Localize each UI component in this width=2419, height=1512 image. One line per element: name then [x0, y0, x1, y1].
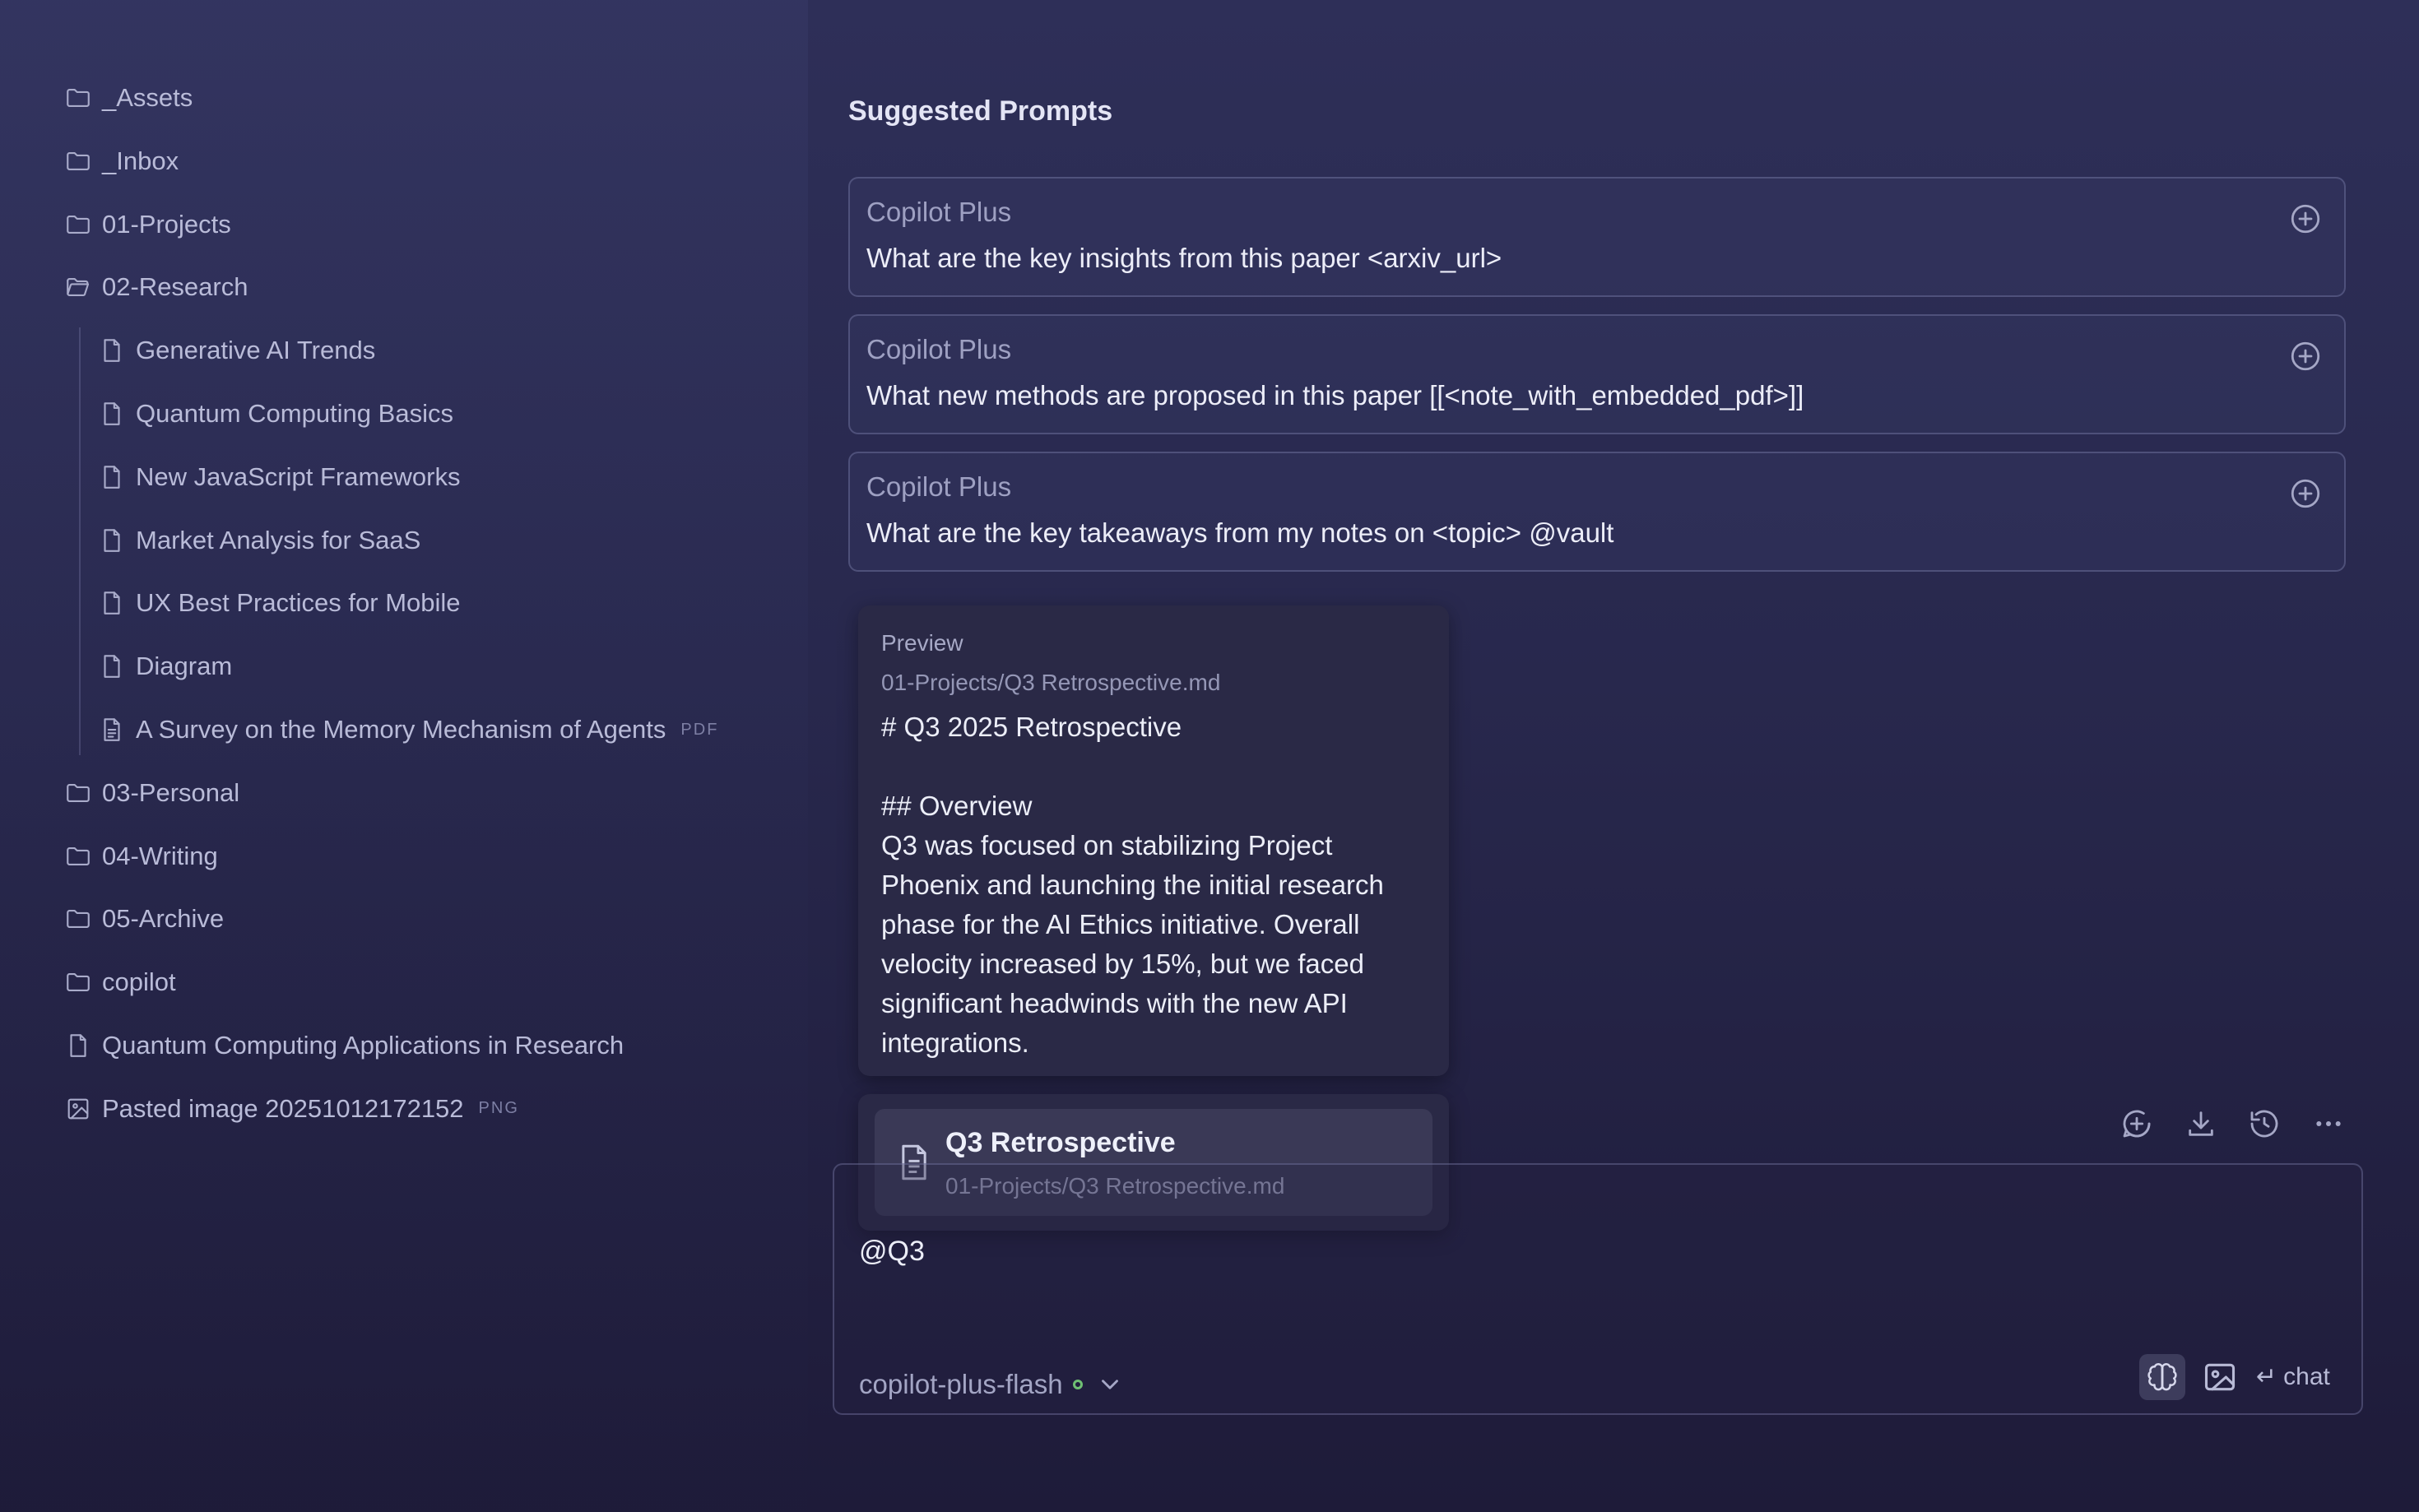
tree-item-label: copilot: [102, 967, 176, 997]
prompt-text: What are the key takeaways from my notes…: [866, 517, 1614, 548]
tree-item[interactable]: Quantum Computing Applications in Resear…: [63, 1024, 624, 1067]
more-icon[interactable]: [2312, 1107, 2345, 1140]
folder-icon: [63, 209, 94, 240]
preview-path: 01-Projects/Q3 Retrospective.md: [881, 670, 1221, 695]
tree-item-label: _Assets: [102, 83, 193, 112]
folder-icon: [63, 146, 94, 177]
chat-input-box[interactable]: @Q3 copilot-plus-flash ↵ chat: [833, 1163, 2363, 1415]
tree-item[interactable]: 02-Research: [63, 266, 248, 308]
tree-item[interactable]: UX Best Practices for Mobile: [96, 582, 461, 624]
folder-icon: [63, 777, 94, 809]
tree-item-label: 03-Personal: [102, 777, 240, 807]
tree-item-label: _Inbox: [102, 146, 179, 175]
tree-item-label: Market Analysis for SaaS: [136, 525, 421, 554]
tree-item[interactable]: Diagram: [96, 645, 232, 688]
tree-item-label: 04-Writing: [102, 841, 218, 870]
model-name: copilot-plus-flash: [859, 1369, 1063, 1399]
tree-item[interactable]: 01-Projects: [63, 203, 231, 246]
suggestion-title: Q3 Retrospective: [945, 1127, 1176, 1158]
tree-item-label: Diagram: [136, 652, 233, 681]
vault-mode-button[interactable]: [2139, 1354, 2185, 1400]
preview-body: # Q3 2025 Retrospective ## Overview Q3 w…: [881, 712, 1384, 1058]
history-icon[interactable]: [2248, 1107, 2281, 1140]
tree-item-label: Quantum Computing Basics: [136, 399, 453, 428]
chat-input[interactable]: @Q3: [859, 1236, 925, 1268]
file-icon: [63, 1030, 94, 1061]
download-icon[interactable]: [2185, 1107, 2217, 1140]
tree-item[interactable]: Pasted image 20251012172152 PNG: [63, 1088, 519, 1130]
folder-icon: [63, 841, 94, 872]
note-preview-popup: Preview 01-Projects/Q3 Retrospective.md …: [858, 605, 1449, 1076]
model-selector[interactable]: copilot-plus-flash: [859, 1369, 1124, 1400]
add-prompt-icon[interactable]: [2288, 339, 2323, 373]
preview-label: Preview: [881, 630, 963, 656]
file-icon: [96, 398, 128, 429]
tree-item-label: Generative AI Trends: [136, 336, 376, 365]
tree-item[interactable]: 04-Writing: [63, 835, 218, 878]
tree-item[interactable]: _Inbox: [63, 140, 179, 183]
enter-icon: ↵: [2256, 1363, 2277, 1390]
image-icon[interactable]: [2202, 1359, 2238, 1395]
brain-icon: [2147, 1363, 2177, 1391]
send-button[interactable]: ↵ chat: [2256, 1362, 2330, 1391]
tree-item[interactable]: 05-Archive: [63, 897, 224, 940]
prompt-card[interactable]: Copilot Plus What new methods are propose…: [848, 314, 2346, 434]
prompt-card[interactable]: Copilot Plus What are the key takeaways f…: [848, 452, 2346, 572]
tree-item-label: 01-Projects: [102, 209, 231, 239]
chevron-down-icon: [1101, 1380, 1118, 1389]
tree-item-label: 02-Research: [102, 272, 248, 302]
tree-item[interactable]: 03-Personal: [63, 772, 239, 814]
tree-indent-guide: [79, 327, 81, 755]
pdf-file-icon: [96, 714, 128, 745]
prompt-title: Copilot Plus: [866, 197, 1012, 227]
suggested-prompts-title: Suggested Prompts: [848, 95, 1113, 127]
tree-item-label: 05-Archive: [102, 904, 225, 934]
file-icon: [96, 525, 128, 556]
model-status-dot: [1072, 1380, 1083, 1389]
tree-item[interactable]: copilot: [63, 961, 176, 1004]
send-label: chat: [2283, 1362, 2330, 1390]
folder-icon: [63, 967, 94, 998]
tree-item[interactable]: A Survey on the Memory Mechanism of Agen…: [96, 708, 718, 751]
tree-item-label: UX Best Practices for Mobile: [136, 588, 461, 618]
new-chat-icon[interactable]: [2120, 1107, 2153, 1140]
image-icon: [63, 1093, 94, 1125]
tree-item-label: A Survey on the Memory Mechanism of Agen…: [136, 715, 666, 744]
tree-item[interactable]: New JavaScript Frameworks: [96, 456, 460, 499]
tree-item-label: Pasted image 20251012172152: [102, 1093, 464, 1123]
file-type-tag: PDF: [680, 720, 719, 739]
tree-item-label: Quantum Computing Applications in Resear…: [102, 1031, 624, 1060]
folder-icon: [63, 903, 94, 935]
tree-item-label: New JavaScript Frameworks: [136, 461, 461, 491]
prompt-text: What are the key insights from this pape…: [866, 243, 1502, 273]
tree-item[interactable]: _Assets: [63, 77, 193, 119]
add-prompt-icon[interactable]: [2288, 202, 2323, 236]
file-icon: [96, 587, 128, 619]
prompt-title: Copilot Plus: [866, 334, 1012, 364]
folder-icon: [63, 82, 94, 114]
tree-item[interactable]: Market Analysis for SaaS: [96, 519, 420, 562]
tree-item[interactable]: Quantum Computing Basics: [96, 392, 453, 435]
add-prompt-icon[interactable]: [2288, 476, 2323, 511]
folder-open-icon: [63, 271, 94, 303]
file-icon: [96, 461, 128, 493]
file-type-tag: PNG: [478, 1099, 519, 1118]
file-icon: [96, 335, 128, 366]
prompt-title: Copilot Plus: [866, 471, 1012, 502]
tree-item[interactable]: Generative AI Trends: [96, 329, 375, 372]
file-icon: [96, 651, 128, 682]
prompt-card[interactable]: Copilot Plus What are the key insights fr…: [848, 177, 2346, 297]
prompt-text: What new methods are proposed in this pa…: [866, 380, 1804, 410]
